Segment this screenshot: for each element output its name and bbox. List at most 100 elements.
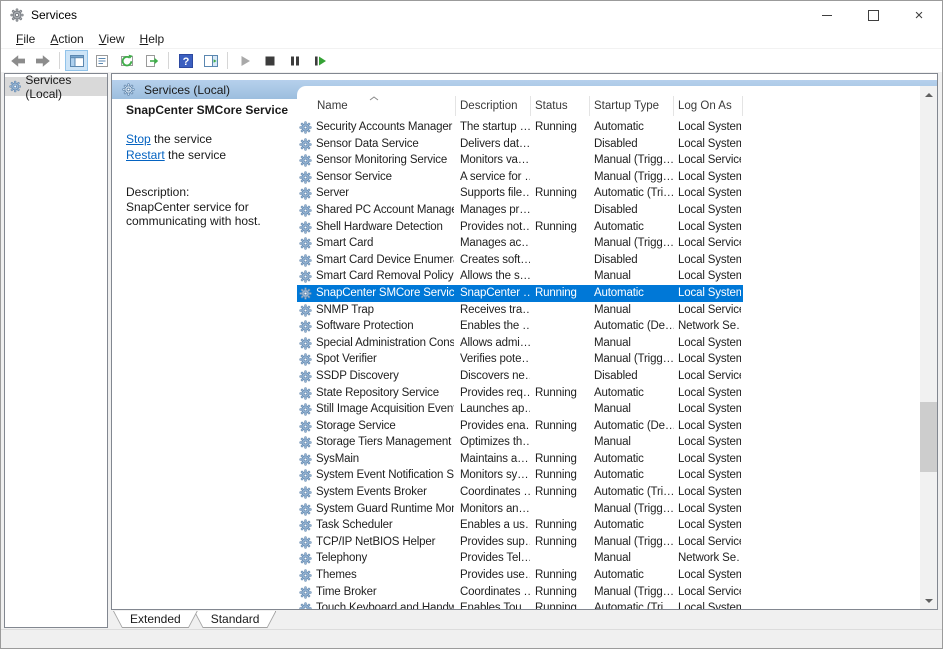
service-row[interactable]: Storage Service Provides ena… Running Au… [297,418,920,435]
pause-service-button[interactable] [283,50,306,71]
restart-service-line: Restart the service [126,147,226,163]
service-gear-icon [299,154,312,167]
service-row[interactable]: Security Accounts Manager The startup … … [297,119,920,136]
stop-service-link[interactable]: Stop [126,132,151,146]
start-icon [237,53,253,69]
service-logon-cell: Local Service [678,534,741,551]
service-gear-icon [299,171,312,184]
help-button[interactable]: ? [174,50,197,71]
service-row[interactable]: Shared PC Account Manager Manages pr… Di… [297,202,920,219]
tree-item-label: Services (Local) [25,73,107,101]
service-status-cell: Running [535,534,589,551]
service-row[interactable]: Task Scheduler Enables a us… Running Aut… [297,517,920,534]
service-description-cell: A service for … [460,169,530,186]
column-header-log-on-as[interactable]: Log On As [678,100,732,112]
service-status-cell: Running [535,385,589,402]
service-row[interactable]: Special Administration Cons… Allows admi… [297,335,920,352]
service-description-cell: SnapCenter … [460,285,530,302]
description-label: Description: [126,185,189,199]
export-list-button[interactable] [140,50,163,71]
service-row[interactable]: Time Broker Coordinates … Running Manual… [297,584,920,601]
service-row[interactable]: Software Protection Enables the … Automa… [297,318,920,335]
tree-item-services-local[interactable]: Services (Local) [5,77,107,96]
restart-service-link[interactable]: Restart [126,148,165,162]
maximize-button[interactable] [850,1,896,29]
scroll-up-button[interactable] [920,86,937,103]
column-divider[interactable] [673,96,674,116]
help-icon: ? [178,53,194,69]
menu-action[interactable]: Action [43,30,91,48]
show-action-pane-button[interactable] [199,50,222,71]
service-row[interactable]: System Guard Runtime Mon… Monitors an… M… [297,501,920,518]
service-row[interactable]: System Event Notification S… Monitors sy… [297,467,920,484]
column-header-name[interactable]: Name [317,100,348,112]
service-status-cell: Running [535,467,589,484]
service-row[interactable]: Sensor Data Service Delivers dat… Disabl… [297,136,920,153]
service-name-cell: State Repository Service [316,385,454,402]
show-console-tree-button[interactable] [65,50,88,71]
service-row[interactable]: Still Image Acquisition Events Launches … [297,401,920,418]
menu-file[interactable]: File [9,30,43,48]
column-divider[interactable] [589,96,590,116]
service-description-cell: Manages ac… [460,235,530,252]
menu-help[interactable]: Help [133,30,173,48]
service-row[interactable]: Themes Provides use… Running Automatic L… [297,567,920,584]
service-row[interactable]: Telephony Provides Tel… Manual Network S… [297,550,920,567]
service-row[interactable]: SysMain Maintains a… Running Automatic L… [297,451,920,468]
column-divider[interactable] [742,96,743,116]
column-header-startup-type[interactable]: Startup Type [594,100,659,112]
service-row[interactable]: Spot Verifier Verifies pote… Manual (Tri… [297,351,920,368]
column-header-description[interactable]: Description [460,100,518,112]
service-logon-cell: Local Service [678,368,741,385]
service-row[interactable]: SNMP Trap Receives tra… Manual Local Ser… [297,302,920,319]
service-row[interactable]: TCP/IP NetBIOS Helper Provides sup… Runn… [297,534,920,551]
service-name-cell: TCP/IP NetBIOS Helper [316,534,454,551]
scroll-up-icon [925,93,933,97]
service-startup-cell: Automatic [594,119,674,136]
menu-view[interactable]: View [92,30,133,48]
tab-standard[interactable]: Standard [194,611,277,628]
vertical-scrollbar[interactable] [920,86,937,609]
service-startup-cell: Automatic (De… [594,318,674,335]
service-row[interactable]: Server Supports file… Running Automatic … [297,185,920,202]
properties-button[interactable] [90,50,113,71]
tab-standard-label: Standard [211,612,260,626]
service-description-cell: Launches ap… [460,401,530,418]
back-button[interactable] [6,50,29,71]
service-row[interactable]: Sensor Monitoring Service Monitors va… M… [297,152,920,169]
service-name-cell: Special Administration Cons… [316,335,454,352]
stop-service-button[interactable] [258,50,281,71]
service-row[interactable]: SnapCenter SMCore Service SnapCenter … R… [297,285,920,302]
refresh-button[interactable] [115,50,138,71]
column-divider[interactable] [530,96,531,116]
service-name-cell: Storage Service [316,418,454,435]
scrollbar-thumb[interactable] [920,402,937,472]
start-service-button[interactable] [233,50,256,71]
service-gear-icon [299,370,312,383]
forward-button[interactable] [31,50,54,71]
service-row[interactable]: Storage Tiers Management Optimizes th… M… [297,434,920,451]
column-header-status[interactable]: Status [535,100,568,112]
service-description-cell: Provides sup… [460,534,530,551]
service-row[interactable]: Sensor Service A service for … Manual (T… [297,169,920,186]
service-description-cell: Creates soft… [460,252,530,269]
pause-icon [287,53,303,69]
service-status-cell: Running [535,484,589,501]
close-button[interactable]: × [896,1,942,29]
service-row[interactable]: System Events Broker Coordinates … Runni… [297,484,920,501]
service-startup-cell: Manual (Trigg… [594,351,674,368]
service-row[interactable]: Smart Card Removal Policy Allows the s… … [297,268,920,285]
column-divider[interactable] [455,96,456,116]
service-startup-cell: Manual [594,434,674,451]
service-row[interactable]: Shell Hardware Detection Provides not… R… [297,219,920,236]
restart-service-button[interactable] [308,50,331,71]
service-row[interactable]: Touch Keyboard and Handw… Enables Tou… R… [297,600,920,609]
minimize-button[interactable] [804,1,850,29]
service-row[interactable]: Smart Card Manages ac… Manual (Trigg… Lo… [297,235,920,252]
service-row[interactable]: SSDP Discovery Discovers ne… Disabled Lo… [297,368,920,385]
tab-extended[interactable]: Extended [113,611,198,628]
scroll-down-button[interactable] [920,592,937,609]
service-row[interactable]: State Repository Service Provides req… R… [297,385,920,402]
service-name-cell: Storage Tiers Management [316,434,454,451]
service-row[interactable]: Smart Card Device Enumerat… Creates soft… [297,252,920,269]
